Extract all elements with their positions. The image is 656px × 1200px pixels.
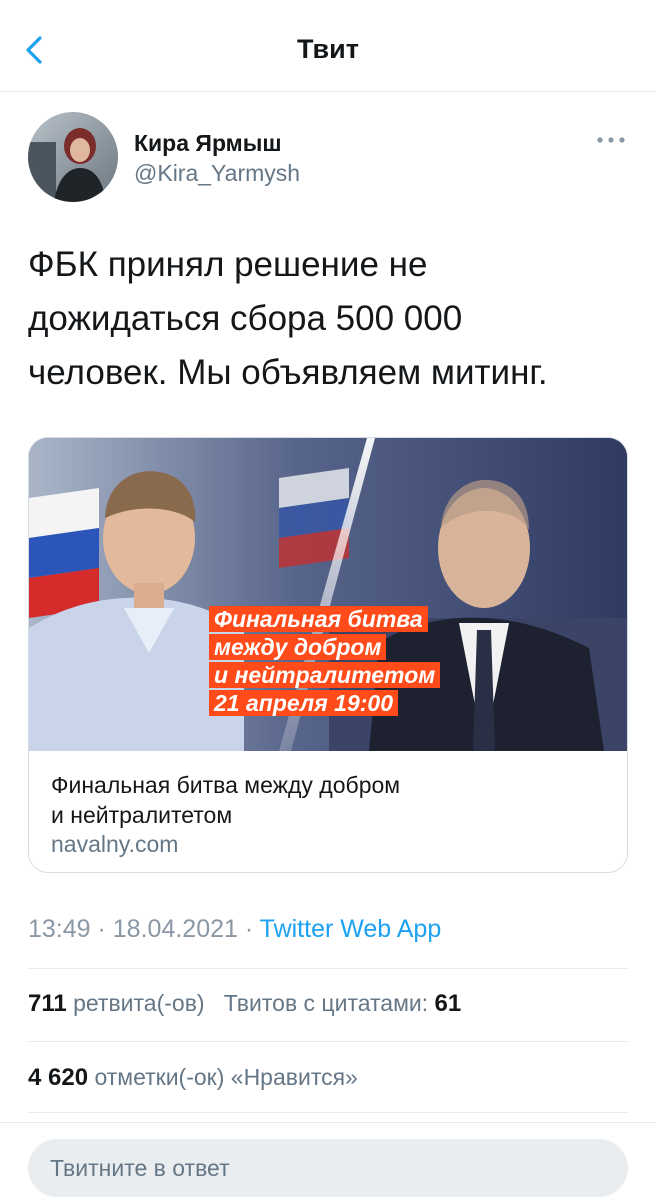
tweet-text: ФБК принял решение не дожидаться сбора 5… <box>28 238 628 400</box>
tweet-text-line: ФБК принял решение не <box>28 245 428 284</box>
banner-line: между добром <box>209 634 387 660</box>
card-title: Финальная битва между добром и нейтралит… <box>51 770 611 830</box>
divider <box>28 1041 628 1042</box>
tweet-date: 18.04.2021 <box>112 915 238 943</box>
retweets-stat[interactable]: 711 ретвита(-ов) <box>28 990 205 1017</box>
page-title: Твит <box>297 34 359 64</box>
tweet-text-line: человек. Мы объявляем митинг. <box>28 353 548 392</box>
likes-count: 4 620 <box>28 1064 89 1091</box>
banner-line: Финальная битва <box>209 606 428 632</box>
card-banner: Финальная битва между добром и нейтралит… <box>209 606 453 718</box>
divider <box>28 968 628 969</box>
meta-separator: · <box>90 915 113 943</box>
author-handle[interactable]: @Kira_Yarmysh <box>134 160 300 187</box>
retweets-label: ретвита(-ов) <box>73 990 205 1016</box>
retweet-stats: 711 ретвита(-ов) Твитов с цитатами: 61 <box>28 990 461 1018</box>
likes-label: отметки(-ок) «Нравится» <box>94 1064 358 1090</box>
tweet-time: 13:49 <box>28 915 91 943</box>
link-preview-card[interactable]: Финальная битва между добром и нейтралит… <box>28 437 628 873</box>
card-domain: navalny.com <box>51 831 179 857</box>
top-navigation-bar: Твит <box>0 0 656 92</box>
more-options-button[interactable] <box>594 130 628 150</box>
tweet-author: Кира Ярмыш @Kira_Yarmysh <box>28 112 628 202</box>
quotes-count: 61 <box>434 990 462 1017</box>
tweet-meta: 13:49 · 18.04.2021 · Twitter Web App <box>28 915 441 944</box>
banner-line: 21 апреля 19:00 <box>209 690 399 716</box>
source-app-link[interactable]: Twitter Web App <box>260 915 442 943</box>
meta-separator: · <box>237 915 260 943</box>
card-title-line: и нейтралитетом <box>51 802 233 828</box>
card-title-line: Финальная битва между добром <box>51 772 401 798</box>
likes-stats: 4 620 отметки(-ок) «Нравится» <box>28 1064 358 1092</box>
banner-line: и нейтралитетом <box>209 662 441 688</box>
reply-input[interactable] <box>28 1139 628 1197</box>
divider <box>28 1112 628 1113</box>
retweets-count: 711 <box>28 990 67 1017</box>
avatar[interactable] <box>28 112 118 202</box>
reply-bar <box>0 1122 656 1200</box>
card-image: Финальная битва между добром и нейтралит… <box>29 438 627 751</box>
avatar-photo <box>28 112 118 202</box>
quotes-stat[interactable]: Твитов с цитатами: 61 <box>223 990 462 1017</box>
tweet-text-line: дожидаться сбора 500 000 <box>28 299 463 338</box>
quotes-label: Твитов с цитатами: <box>223 990 429 1016</box>
more-dots-icon <box>597 137 625 143</box>
author-name[interactable]: Кира Ярмыш <box>134 130 282 157</box>
likes-stat[interactable]: 4 620 отметки(-ок) «Нравится» <box>28 1064 358 1091</box>
